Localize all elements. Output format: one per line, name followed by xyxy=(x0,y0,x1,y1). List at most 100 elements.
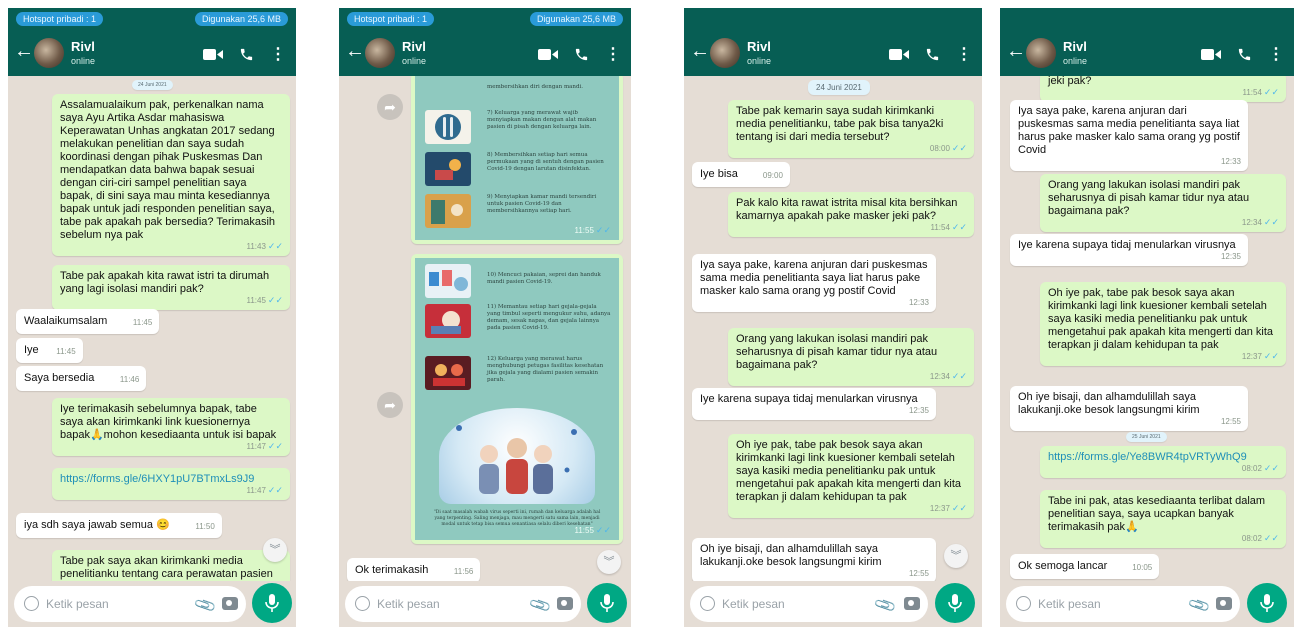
message-outgoing[interactable]: Oh iye pak, tabe pak besok saya akan kir… xyxy=(1040,282,1286,366)
message-incoming[interactable]: Saya bersedia 11:46 xyxy=(16,366,147,391)
message-outgoing[interactable]: Iye terimakasih sebelumnya bapak, tabe s… xyxy=(52,398,290,456)
message-outgoing[interactable]: Pak kalo kita rawat istrita misal kita b… xyxy=(728,192,974,237)
attach-icon[interactable]: 📎 xyxy=(193,593,218,617)
emoji-icon[interactable] xyxy=(24,596,39,611)
video-call-icon[interactable] xyxy=(889,48,909,61)
message-incoming[interactable]: Iye bisa 09:00 xyxy=(692,162,790,187)
message-input[interactable]: Ketik pesan 📎 xyxy=(690,586,928,622)
message-time: 12:55 xyxy=(908,569,929,578)
attach-icon[interactable]: 📎 xyxy=(873,593,898,617)
input-bar: Ketik pesan 📎 xyxy=(339,581,631,627)
camera-icon[interactable] xyxy=(557,597,573,610)
back-arrow-icon[interactable]: ← xyxy=(690,41,710,61)
message-incoming[interactable]: Iya saya pake, karena anjuran dari puske… xyxy=(1010,100,1248,171)
phone-icon[interactable] xyxy=(574,47,589,62)
message-input[interactable]: Ketik pesan 📎 xyxy=(14,586,246,622)
message-outgoing[interactable]: https://forms.gle/Ye8BWR4tpVRTyWhQ9 08:0… xyxy=(1040,446,1286,478)
message-text: Oh iye bisaji, dan alhamdulillah saya la… xyxy=(700,543,882,568)
emoji-icon[interactable] xyxy=(1016,596,1031,611)
avatar[interactable] xyxy=(34,38,64,68)
message-outgoing[interactable]: Tabe pak kemarin saya sudah kirimkanki m… xyxy=(728,100,974,158)
questionnaire-link[interactable]: https://forms.gle/6HXY1pU7BTmxLs9J9 xyxy=(60,473,254,485)
mic-button[interactable] xyxy=(935,583,975,623)
mic-button[interactable] xyxy=(587,583,627,623)
message-incoming[interactable]: Iye 11:45 xyxy=(16,338,83,363)
back-arrow-icon[interactable]: ← xyxy=(345,41,365,61)
message-incoming[interactable]: Ok terimakasih 11:56 xyxy=(347,558,481,581)
emoji-icon[interactable] xyxy=(700,596,715,611)
attach-icon[interactable]: 📎 xyxy=(1187,593,1212,617)
more-options-icon[interactable]: ⋮ xyxy=(1268,44,1284,64)
camera-icon[interactable] xyxy=(1216,597,1232,610)
phone-icon[interactable] xyxy=(1237,47,1252,62)
message-time: 08:02 xyxy=(1241,534,1262,543)
message-outgoing[interactable]: Orang yang lakukan isolasi mandiri pak s… xyxy=(1040,174,1286,232)
message-time: 11:43 xyxy=(246,242,266,251)
forward-icon[interactable]: ➦ xyxy=(377,94,403,120)
attach-icon[interactable]: 📎 xyxy=(528,593,553,617)
back-arrow-icon[interactable]: ← xyxy=(14,41,34,61)
message-input[interactable]: Ketik pesan 📎 xyxy=(1006,586,1240,622)
message-incoming[interactable]: iya sdh saya jawab semua 😊 11:50 xyxy=(16,513,222,538)
message-time: 12:33 xyxy=(1220,157,1241,166)
contact-name[interactable]: Rivl xyxy=(1063,39,1087,54)
message-incoming[interactable]: Waalaikumsalam 11:45 xyxy=(16,309,160,334)
contact-name[interactable]: Rivl xyxy=(747,39,771,54)
message-outgoing[interactable]: Tabe pak apakah kita rawat istri ta diru… xyxy=(52,265,290,310)
forward-icon[interactable]: ➦ xyxy=(377,392,403,418)
message-text: iya sdh saya jawab semua 😊 xyxy=(24,519,170,531)
video-call-icon[interactable] xyxy=(538,48,558,61)
contact-status: online xyxy=(747,56,772,66)
camera-icon[interactable] xyxy=(222,597,238,610)
message-incoming[interactable]: Iye karena supaya tidaj menularkan virus… xyxy=(1010,234,1248,266)
avatar[interactable] xyxy=(365,38,395,68)
mic-button[interactable] xyxy=(252,583,292,623)
message-outgoing[interactable]: Assalamualaikum pak, perkenalkan nama sa… xyxy=(52,94,290,256)
camera-icon[interactable] xyxy=(904,597,920,610)
read-ticks-icon: ✓✓ xyxy=(267,441,283,451)
avatar[interactable] xyxy=(1026,38,1056,68)
more-options-icon[interactable]: ⋮ xyxy=(605,44,621,64)
scroll-down-icon[interactable]: ︾ xyxy=(263,538,287,562)
input-placeholder: Ketik pesan xyxy=(722,597,785,611)
image-message[interactable]: membersihkan diri dengan mandi. 7) Kelua… xyxy=(411,76,623,244)
message-text: jeki pak? xyxy=(1048,76,1092,87)
message-incoming[interactable]: Iya saya pake, karena anjuran dari puske… xyxy=(692,254,936,312)
questionnaire-link[interactable]: https://forms.gle/Ye8BWR4tpVRTyWhQ9 xyxy=(1048,451,1247,463)
message-time: 12:37 xyxy=(929,504,950,513)
message-text: Oh iye pak, tabe pak besok saya akan kir… xyxy=(736,439,962,503)
input-placeholder: Ketik pesan xyxy=(46,597,109,611)
image-message[interactable]: 10) Mencuci pakaian, seprei dan handuk m… xyxy=(411,254,623,544)
read-ticks-icon: ✓✓ xyxy=(951,503,967,513)
phone-icon[interactable] xyxy=(239,47,254,62)
message-outgoing[interactable]: https://forms.gle/6HXY1pU7BTmxLs9J9 11:4… xyxy=(52,468,290,500)
read-ticks-icon: ✓✓ xyxy=(267,241,283,251)
message-outgoing[interactable]: jeki pak? 11:54 ✓✓ xyxy=(1040,76,1286,102)
message-time: 12:55 xyxy=(1220,417,1241,426)
message-incoming[interactable]: Oh iye bisaji, dan alhamdulillah saya la… xyxy=(1010,386,1248,431)
message-outgoing[interactable]: Orang yang lakukan isolasi mandiri pak s… xyxy=(728,328,974,386)
message-incoming[interactable]: Ok semoga lancar 10:05 xyxy=(1010,554,1160,579)
contact-status: online xyxy=(71,56,96,66)
avatar[interactable] xyxy=(710,38,740,68)
more-options-icon[interactable]: ⋮ xyxy=(956,44,972,64)
message-incoming[interactable]: Oh iye bisaji, dan alhamdulillah saya la… xyxy=(692,538,936,581)
message-outgoing[interactable]: Tabe ini pak, atas kesediaanta terlibat … xyxy=(1040,490,1286,548)
bathroom-illustration xyxy=(425,194,471,228)
phone-icon[interactable] xyxy=(925,47,940,62)
message-outgoing[interactable]: Tabe pak saya akan kirimkanki media pene… xyxy=(52,550,290,581)
video-call-icon[interactable] xyxy=(1201,48,1221,61)
message-incoming[interactable]: Iye karena supaya tidaj menularkan virus… xyxy=(692,388,936,420)
message-time: 12:34 xyxy=(1241,218,1262,227)
mic-button[interactable] xyxy=(1247,583,1287,623)
message-input[interactable]: Ketik pesan 📎 xyxy=(345,586,581,622)
emoji-icon[interactable] xyxy=(355,596,370,611)
back-arrow-icon[interactable]: ← xyxy=(1006,41,1026,61)
contact-name[interactable]: Rivl xyxy=(71,39,95,54)
more-options-icon[interactable]: ⋮ xyxy=(270,44,286,64)
contact-name[interactable]: Rivl xyxy=(402,39,426,54)
scroll-down-icon[interactable]: ︾ xyxy=(944,544,968,568)
scroll-down-icon[interactable]: ︾ xyxy=(597,550,621,574)
message-outgoing[interactable]: Oh iye pak, tabe pak besok saya akan kir… xyxy=(728,434,974,518)
video-call-icon[interactable] xyxy=(203,48,223,61)
